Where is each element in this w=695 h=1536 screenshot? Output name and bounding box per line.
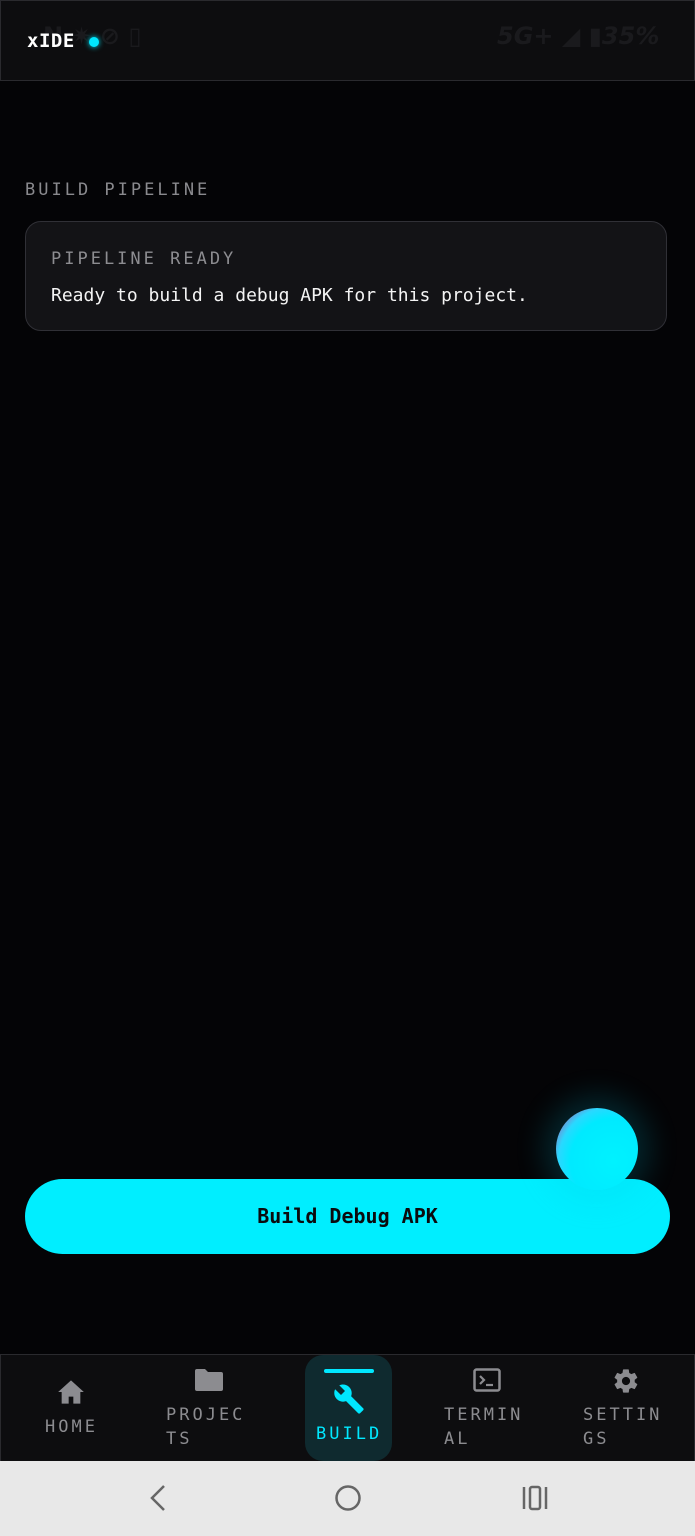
nav-item-projects[interactable]: PROJEC TS [161, 1355, 261, 1461]
recents-icon[interactable] [520, 1483, 550, 1517]
gear-icon [612, 1367, 640, 1399]
home-circle-icon[interactable] [333, 1483, 363, 1517]
status-dot [89, 37, 99, 47]
build-debug-apk-button[interactable]: Build Debug APK [25, 1179, 670, 1254]
floating-assistant-orb[interactable] [556, 1108, 638, 1190]
terminal-icon [473, 1368, 501, 1396]
nav-label-projects: PROJEC TS [166, 1405, 246, 1449]
nav-item-settings[interactable]: SETTIN GS [578, 1355, 678, 1461]
signal-icon: ◢ [561, 22, 581, 50]
nav-label-home: HOME [45, 1417, 98, 1437]
active-indicator [324, 1369, 374, 1373]
folder-icon [194, 1368, 224, 1396]
nav-item-build[interactable]: BUILD [305, 1355, 392, 1461]
battery-level: 35% [601, 22, 660, 50]
app-title: xIDE [27, 30, 75, 52]
section-heading: BUILD PIPELINE [25, 180, 211, 200]
home-icon [57, 1379, 85, 1409]
top-app-bar: N ✷ ⊘ ▯ 5G+ ◢ ▮35% xIDE [0, 0, 695, 81]
pipeline-status-title: PIPELINE READY [51, 249, 237, 269]
bottom-navigation: HOME PROJEC TS BUILD TERMIN AL SETTIN GS [0, 1354, 695, 1462]
status-icons-right: 5G+ ◢ ▮35% [497, 22, 659, 50]
nav-label-build: BUILD [316, 1424, 383, 1444]
back-icon[interactable] [146, 1483, 172, 1517]
wrench-icon [333, 1383, 365, 1419]
nav-item-home[interactable]: HOME [27, 1355, 115, 1461]
nav-label-settings: SETTIN GS [583, 1405, 663, 1449]
network-indicator: 5G+ [497, 22, 554, 50]
battery-icon: ▮ [588, 22, 602, 50]
nav-label-terminal: TERMIN AL [444, 1405, 524, 1449]
pipeline-status-message: Ready to build a debug APK for this proj… [51, 285, 528, 306]
nav-item-terminal[interactable]: TERMIN AL [439, 1355, 539, 1461]
pipeline-status-card: PIPELINE READY Ready to build a debug AP… [25, 221, 667, 331]
system-navigation-bar [0, 1461, 695, 1536]
